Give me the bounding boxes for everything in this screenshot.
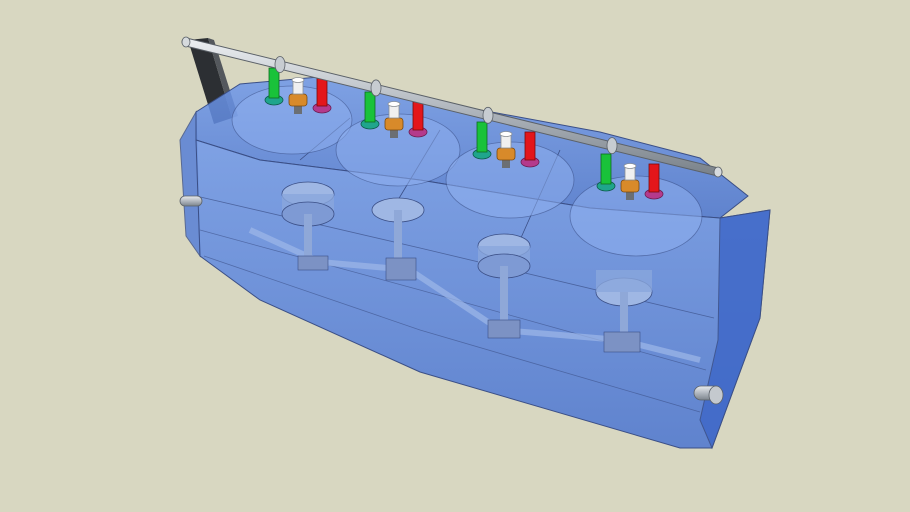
spark-plug-nut [288,93,308,107]
spark-plug-top [623,163,637,169]
spark-plug-nut [496,147,516,161]
spark-plug-nut [384,117,404,131]
rail-clip [274,56,286,73]
rail-clip [370,79,382,97]
intake-valve [364,91,376,123]
intake-valve [268,67,280,99]
intake-valve [476,121,488,153]
rail-clip [606,137,618,155]
spark-plug-top [499,131,513,137]
engine-model-scene [0,0,910,512]
engine-model-canvas [179,36,771,450]
intake-valve [600,153,612,185]
rail-clip [482,106,494,124]
exhaust-valve [524,131,536,161]
spark-plug-top [291,77,305,83]
exhaust-valve [412,101,424,131]
spark-plug-top [387,101,401,107]
exhaust-valve [316,77,328,107]
exhaust-valve [648,163,660,193]
spark-plug-nut [620,179,640,193]
